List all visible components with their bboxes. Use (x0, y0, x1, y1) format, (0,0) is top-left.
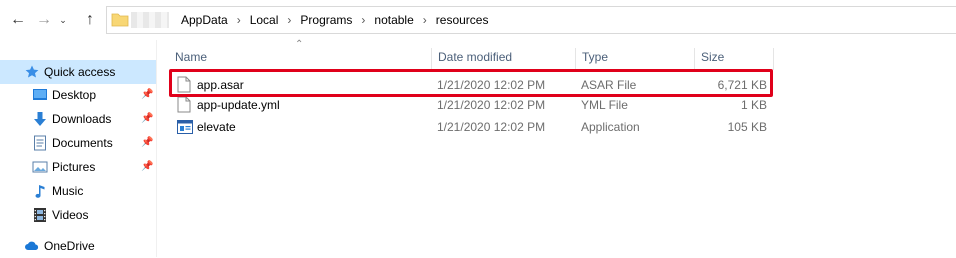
nav-item-quick-access[interactable]: Quick access (0, 60, 156, 84)
breadcrumb: AppData › Local › Programs › notable › r… (179, 7, 490, 33)
file-name: app-update.yml (197, 98, 280, 112)
breadcrumb-item-appdata[interactable]: AppData (179, 13, 230, 27)
navigation-pane: Quick access Desktop 📌 Downloads 📌 Docum… (0, 40, 157, 257)
nav-item-videos[interactable]: Videos (0, 203, 156, 227)
table-row[interactable]: app.asar 1/21/2020 12:02 PM ASAR File 6,… (169, 74, 773, 96)
chevron-right-icon[interactable]: › (354, 13, 372, 27)
nav-item-pictures[interactable]: Pictures 📌 (0, 155, 156, 179)
column-header-type[interactable]: Type (575, 48, 694, 70)
recent-locations-chevron-icon[interactable]: ⌄ (56, 9, 70, 31)
file-list-pane: ⌃ Name Date modified Type Size app.asar … (157, 40, 956, 257)
pictures-icon (32, 161, 48, 173)
file-name: elevate (197, 120, 236, 134)
table-row[interactable]: app-update.yml 1/21/2020 12:02 PM YML Fi… (169, 94, 773, 116)
file-type: ASAR File (581, 78, 637, 92)
application-icon (177, 120, 193, 134)
nav-label: Quick access (44, 65, 116, 79)
file-icon (177, 96, 191, 113)
file-icon (177, 76, 191, 93)
breadcrumb-item-notable[interactable]: notable (372, 13, 415, 27)
film-icon (34, 208, 46, 222)
breadcrumb-item-resources[interactable]: resources (434, 13, 491, 27)
nav-label: Desktop (52, 88, 97, 102)
nav-item-documents[interactable]: Documents 📌 (0, 131, 156, 155)
up-arrow-icon[interactable]: ↑ (80, 9, 100, 31)
nav-item-downloads[interactable]: Downloads 📌 (0, 107, 156, 131)
nav-label: OneDrive (44, 239, 95, 253)
address-bar[interactable]: AppData › Local › Programs › notable › r… (106, 6, 956, 34)
file-size: 105 KB (727, 120, 767, 134)
breadcrumb-item-programs[interactable]: Programs (298, 13, 354, 27)
music-note-icon (35, 185, 45, 198)
pin-icon[interactable]: 📌 (141, 137, 153, 149)
file-date-modified: 1/21/2020 12:02 PM (437, 120, 546, 134)
nav-item-desktop[interactable]: Desktop 📌 (0, 83, 156, 107)
nav-item-onedrive[interactable]: OneDrive (0, 234, 156, 258)
file-size: 1 KB (740, 98, 767, 112)
nav-label: Downloads (52, 112, 112, 126)
file-date-modified: 1/21/2020 12:02 PM (437, 78, 546, 92)
documents-icon (34, 135, 46, 151)
redacted-path-segment (131, 12, 169, 28)
desktop-icon (33, 89, 47, 100)
column-header-size[interactable]: Size (694, 48, 774, 70)
column-header-name[interactable]: Name (169, 48, 431, 70)
nav-item-music[interactable]: Music (0, 179, 156, 203)
nav-label: Documents (52, 136, 113, 150)
nav-label: Videos (52, 208, 89, 222)
pin-icon[interactable]: 📌 (141, 161, 153, 173)
file-size: 6,721 KB (717, 78, 767, 92)
file-name: app.asar (197, 78, 244, 92)
column-header-date-modified[interactable]: Date modified (431, 48, 575, 70)
star-icon (25, 65, 39, 78)
file-date-modified: 1/21/2020 12:02 PM (437, 98, 546, 112)
pin-icon[interactable]: 📌 (141, 113, 153, 125)
pin-icon[interactable]: 📌 (141, 89, 153, 101)
breadcrumb-item-local[interactable]: Local (248, 13, 281, 27)
address-toolbar: ← → ⌄ ↑ AppData › Local › Programs › not… (0, 0, 956, 40)
chevron-right-icon[interactable]: › (416, 13, 434, 27)
nav-label: Music (52, 184, 84, 198)
file-type: YML File (581, 98, 628, 112)
folder-icon (111, 13, 129, 27)
back-arrow-icon[interactable]: ← (8, 9, 28, 31)
chevron-right-icon[interactable]: › (280, 13, 298, 27)
nav-label: Pictures (52, 160, 96, 174)
download-arrow-icon (34, 112, 46, 126)
forward-arrow-icon[interactable]: → (34, 9, 54, 31)
table-row[interactable]: elevate 1/21/2020 12:02 PM Application 1… (169, 116, 773, 138)
cloud-icon (25, 241, 39, 250)
file-type: Application (581, 120, 640, 134)
chevron-right-icon[interactable]: › (230, 13, 248, 27)
